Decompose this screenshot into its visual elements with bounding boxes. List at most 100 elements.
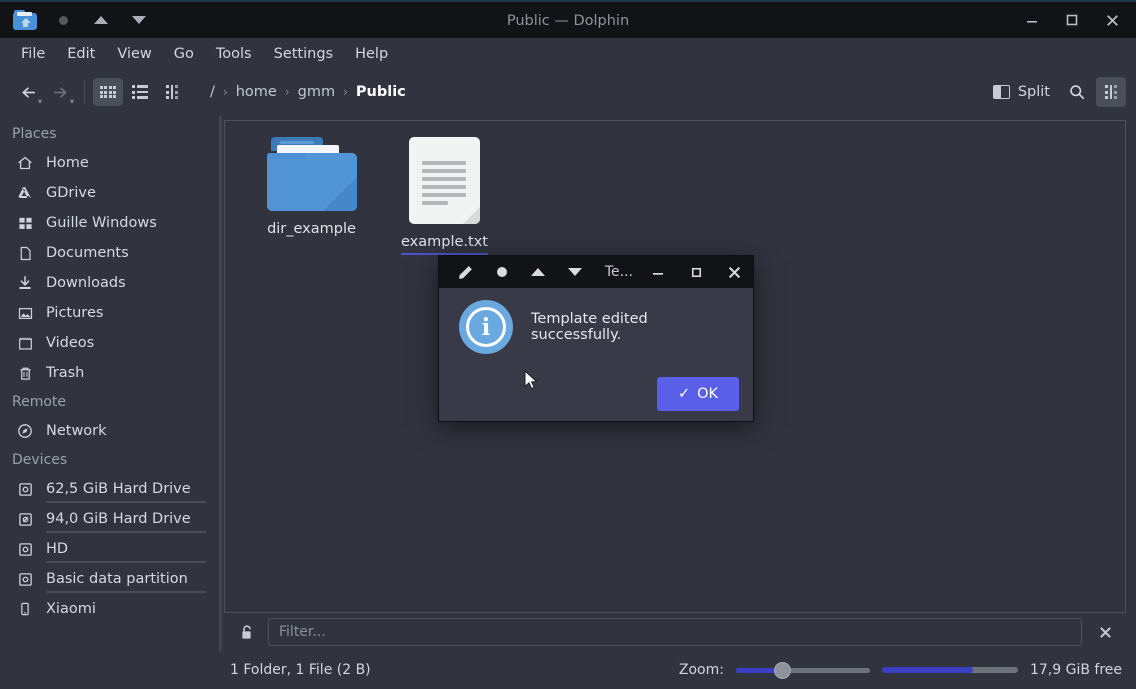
sidebar-item-label: Home bbox=[46, 155, 89, 171]
breadcrumb-separator-icon: › bbox=[343, 85, 348, 99]
breadcrumb-item-gmm[interactable]: gmm bbox=[291, 81, 342, 103]
breadcrumb-item-home[interactable]: home bbox=[229, 81, 284, 103]
back-arrow-icon[interactable]: ▾ bbox=[12, 77, 44, 107]
ok-label: OK bbox=[697, 386, 719, 402]
file-grid: dir_example example.txt bbox=[225, 121, 1125, 266]
sidebar-section-devices: Devices bbox=[12, 452, 68, 468]
breadcrumb-separator-icon: › bbox=[222, 85, 228, 99]
details-icon bbox=[166, 85, 178, 99]
sidebar-item-documents[interactable]: Documents bbox=[0, 238, 224, 268]
trash-icon bbox=[16, 364, 34, 382]
dialog-message: Template edited successfully. bbox=[531, 311, 648, 343]
disk-icon bbox=[16, 540, 34, 558]
menu-file[interactable]: File bbox=[10, 42, 56, 66]
gdrive-icon bbox=[16, 184, 34, 202]
menu-view[interactable]: View bbox=[106, 42, 162, 66]
menubar: File Edit View Go Tools Settings Help bbox=[0, 38, 1136, 70]
disk-mounted-icon bbox=[16, 510, 34, 528]
record-dot-icon[interactable] bbox=[483, 257, 519, 287]
close-filter-icon[interactable] bbox=[1092, 619, 1118, 645]
record-dot-icon[interactable] bbox=[44, 2, 82, 38]
sidebar-section-remote: Remote bbox=[12, 394, 67, 410]
sidebar-item-label: 94,0 GiB Hard Drive bbox=[46, 511, 191, 527]
filter-bar bbox=[224, 613, 1126, 651]
window-controls bbox=[1012, 1, 1136, 39]
template-dialog: Te... i Template edited successfully. ✓ … bbox=[438, 255, 754, 422]
sidebar-item-label: Videos bbox=[46, 335, 95, 351]
split-view-button[interactable]: Split bbox=[985, 79, 1058, 105]
pencil-icon[interactable] bbox=[447, 257, 483, 287]
sidebar-item-label: Network bbox=[46, 423, 107, 439]
close-icon[interactable] bbox=[715, 256, 753, 288]
places-sidebar: Places Home GDrive Guille Windows Docume… bbox=[0, 114, 224, 651]
sidebar-item-hard-drive-62[interactable]: 62,5 GiB Hard Drive bbox=[0, 474, 224, 504]
close-icon[interactable] bbox=[1092, 1, 1132, 39]
filter-input[interactable] bbox=[268, 618, 1082, 646]
check-icon: ✓ bbox=[677, 386, 691, 402]
sidebar-item-home[interactable]: Home bbox=[0, 148, 224, 178]
menu-tools[interactable]: Tools bbox=[205, 42, 263, 66]
sidebar-item-label: Documents bbox=[46, 245, 129, 261]
maximize-icon[interactable] bbox=[1052, 1, 1092, 39]
arrow-up-icon[interactable] bbox=[520, 257, 556, 287]
split-label: Split bbox=[1017, 84, 1050, 100]
sidebar-item-guille-windows[interactable]: Guille Windows bbox=[0, 208, 224, 238]
sidebar-item-label: Basic data partition bbox=[46, 571, 188, 587]
app-icon-button[interactable] bbox=[6, 2, 44, 38]
sidebar-section-places: Places bbox=[12, 126, 57, 142]
titlebar-left-buttons bbox=[0, 2, 158, 38]
picture-icon bbox=[16, 304, 34, 322]
disk-icon bbox=[16, 480, 34, 498]
ok-button[interactable]: ✓ OK bbox=[657, 377, 739, 411]
menu-settings[interactable]: Settings bbox=[263, 42, 344, 66]
minimize-icon[interactable] bbox=[639, 256, 677, 288]
capacity-bar bbox=[46, 501, 206, 503]
view-mode-details-button[interactable] bbox=[157, 78, 187, 106]
search-icon[interactable] bbox=[1062, 77, 1092, 107]
view-mode-icons-button[interactable] bbox=[93, 78, 123, 106]
file-item-text[interactable]: example.txt bbox=[378, 137, 511, 255]
maximize-icon[interactable] bbox=[677, 256, 715, 288]
network-icon bbox=[16, 422, 34, 440]
view-mode-compact-button[interactable] bbox=[125, 78, 155, 106]
menu-help[interactable]: Help bbox=[344, 42, 399, 66]
unlocked-padlock-icon[interactable] bbox=[236, 624, 258, 641]
capacity-bar bbox=[46, 561, 206, 563]
menu-edit[interactable]: Edit bbox=[56, 42, 106, 66]
arrow-down-icon[interactable] bbox=[120, 2, 158, 38]
hamburger-menu-icon[interactable] bbox=[1096, 77, 1126, 107]
forward-dropdown-caret-icon[interactable]: ▾ bbox=[70, 98, 74, 106]
window-title: Public — Dolphin bbox=[506, 13, 630, 29]
sidebar-item-pictures[interactable]: Pictures bbox=[0, 298, 224, 328]
sidebar-item-hard-drive-94[interactable]: 94,0 GiB Hard Drive bbox=[0, 504, 224, 534]
sidebar-item-gdrive[interactable]: GDrive bbox=[0, 178, 224, 208]
back-dropdown-caret-icon[interactable]: ▾ bbox=[38, 98, 42, 106]
sidebar-item-xiaomi[interactable]: Xiaomi bbox=[0, 594, 224, 624]
sidebar-item-downloads[interactable]: Downloads bbox=[0, 268, 224, 298]
info-icon: i bbox=[459, 300, 513, 354]
zoom-slider[interactable] bbox=[735, 661, 870, 679]
sidebar-item-network[interactable]: Network bbox=[0, 416, 224, 446]
sidebar-item-basic-data-partition[interactable]: Basic data partition bbox=[0, 564, 224, 594]
sidebar-item-hd[interactable]: HD bbox=[0, 534, 224, 564]
breadcrumb-root[interactable]: / bbox=[203, 81, 222, 103]
sidebar-item-trash[interactable]: Trash bbox=[0, 358, 224, 388]
menu-go[interactable]: Go bbox=[163, 42, 205, 66]
forward-arrow-icon[interactable]: ▾ bbox=[44, 77, 76, 107]
file-item-folder[interactable]: dir_example bbox=[245, 137, 378, 250]
free-space-fill bbox=[881, 667, 973, 673]
minimize-icon[interactable] bbox=[1012, 1, 1052, 39]
sidebar-item-videos[interactable]: Videos bbox=[0, 328, 224, 358]
info-glyph: i bbox=[466, 307, 506, 347]
free-space-bar bbox=[881, 667, 1018, 673]
window-titlebar: Public — Dolphin bbox=[0, 0, 1136, 38]
main-toolbar: ▾ ▾ / › home › gmm › Public Split bbox=[0, 70, 1136, 114]
zoom-slider-handle[interactable] bbox=[773, 661, 791, 679]
breadcrumb-item-public[interactable]: Public bbox=[349, 81, 413, 103]
dialog-title: Te... bbox=[604, 264, 634, 280]
menu-glyph bbox=[1105, 85, 1117, 99]
sidebar-item-label: Trash bbox=[46, 365, 85, 381]
document-icon bbox=[16, 244, 34, 262]
arrow-down-icon[interactable] bbox=[556, 257, 592, 287]
arrow-up-icon[interactable] bbox=[82, 2, 120, 38]
